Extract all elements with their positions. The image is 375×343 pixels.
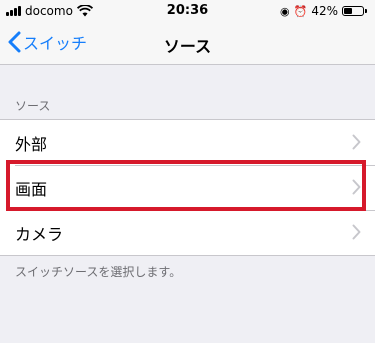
battery-percent: 42% [311, 4, 338, 18]
list-item-screen[interactable]: 画面 [0, 165, 375, 210]
list-item-label: 外部 [15, 134, 48, 154]
list-item-label: カメラ [15, 224, 64, 244]
battery-fill [344, 8, 352, 14]
list-item-label: 画面 [15, 179, 48, 199]
navigation-bar: スイッチ ソース [0, 22, 375, 65]
battery-tip [365, 9, 367, 13]
chevron-right-icon [352, 179, 361, 195]
list-item-external[interactable]: 外部 [0, 120, 375, 165]
status-right: ◉ ⏰ 42% [280, 4, 367, 18]
alarm-icon: ⏰ [293, 4, 308, 18]
chevron-right-icon [352, 224, 361, 240]
list-item-camera[interactable]: カメラ [0, 210, 375, 255]
orientation-lock-icon: ◉ [280, 4, 290, 18]
source-list: 外部 画面 カメラ [0, 119, 375, 256]
battery-icon [342, 6, 364, 16]
section-footer: スイッチソースを選択します。 [15, 265, 182, 279]
chevron-right-icon [352, 134, 361, 150]
page-title: ソース [163, 37, 212, 56]
section-header: ソース [15, 99, 51, 113]
status-bar: docomo 20:36 ◉ ⏰ 42% [0, 0, 375, 22]
